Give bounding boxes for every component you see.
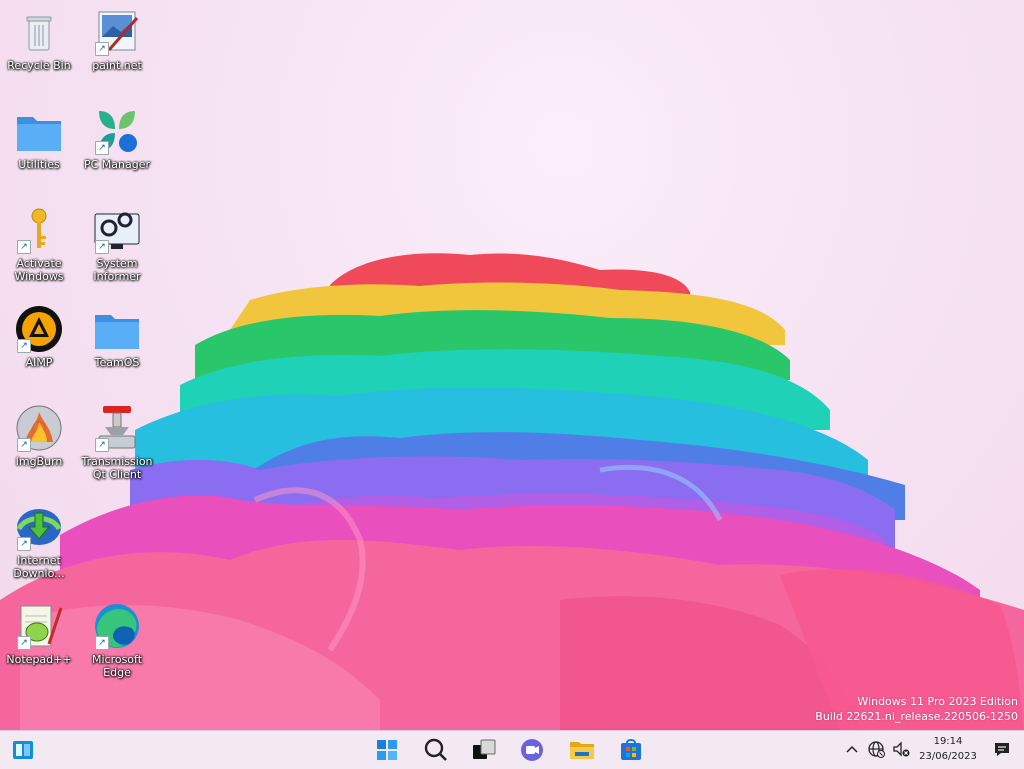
desktop-icon-label: ImgBurn	[15, 455, 63, 468]
search-icon	[421, 735, 451, 765]
paintnet-icon: ↗	[93, 8, 141, 56]
desktop-icon-recycle-bin[interactable]: Recycle Bin	[3, 8, 75, 72]
pc-manager-icon: ↗	[93, 107, 141, 155]
watermark-edition: Windows 11 Pro 2023 Edition	[857, 695, 1018, 708]
desktop-icon-label: Transmission Qt Client	[81, 455, 153, 481]
transmission-icon: ↗	[93, 404, 141, 452]
volume-muted-icon	[891, 739, 911, 759]
shortcut-arrow-icon: ↗	[17, 240, 31, 254]
shortcut-arrow-icon: ↗	[95, 438, 109, 452]
shortcut-arrow-icon: ↗	[95, 636, 109, 650]
watermark-build: Build 22621.ni_release.220506-1250	[815, 710, 1018, 723]
shortcut-arrow-icon: ↗	[17, 636, 31, 650]
desktop-icon-label: PC Manager	[83, 158, 151, 171]
system-informer-icon: ↗	[93, 206, 141, 254]
network-globe-icon	[866, 739, 886, 759]
widgets-icon	[8, 735, 38, 765]
desktop-icon-label: Microsoft Edge	[91, 653, 143, 679]
desktop-icon-paintnet[interactable]: ↗ paint.net	[81, 8, 153, 72]
desktop-icon-notepadpp[interactable]: ↗ Notepad++	[3, 602, 75, 666]
search-button[interactable]	[421, 735, 451, 765]
desktop-icon-aimp[interactable]: ↗ AIMP	[3, 305, 75, 369]
aimp-icon: ↗	[15, 305, 63, 353]
desktop-icon-label: Activate Windows	[14, 257, 64, 283]
idm-icon: ↗	[15, 503, 63, 551]
desktop-icon-activate-windows[interactable]: ↗ Activate Windows	[3, 206, 75, 283]
show-hidden-icons-button[interactable]	[842, 739, 862, 759]
recycle-bin-icon	[15, 8, 63, 56]
imgburn-icon: ↗	[15, 404, 63, 452]
chevron-up-icon	[842, 739, 862, 759]
desktop-icon-imgburn[interactable]: ↗ ImgBurn	[3, 404, 75, 468]
desktop-icon-transmission[interactable]: ↗ Transmission Qt Client	[81, 404, 153, 481]
shortcut-arrow-icon: ↗	[17, 339, 31, 353]
folder-icon	[93, 305, 141, 353]
clock-button[interactable]: 19:14 23/06/2023	[912, 734, 984, 764]
notification-icon	[992, 739, 1012, 759]
notification-center-button[interactable]	[992, 739, 1012, 759]
desktop-icon-pc-manager[interactable]: ↗ PC Manager	[81, 107, 153, 171]
desktop-icon-label: Notepad++	[6, 653, 72, 666]
desktop-icon-internet-download-manager[interactable]: ↗ Internet Downlo...	[3, 503, 75, 580]
wallpaper-ribbons	[0, 253, 1024, 730]
desktop-icon-label: TeamOS	[94, 356, 140, 369]
desktop-icon-microsoft-edge[interactable]: ↗ Microsoft Edge	[81, 602, 153, 679]
teams-chat-icon	[517, 735, 547, 765]
key-icon: ↗	[15, 206, 63, 254]
shortcut-arrow-icon: ↗	[17, 537, 31, 551]
volume-button[interactable]	[891, 739, 911, 759]
desktop-icon-label: Recycle Bin	[7, 59, 71, 72]
network-button[interactable]	[866, 739, 886, 759]
task-view-icon	[469, 735, 499, 765]
clock-date: 23/06/2023	[919, 751, 977, 762]
task-view-button[interactable]	[469, 735, 499, 765]
shortcut-arrow-icon: ↗	[95, 141, 109, 155]
shortcut-arrow-icon: ↗	[95, 42, 109, 56]
microsoft-store-icon	[616, 735, 646, 765]
edge-icon: ↗	[93, 602, 141, 650]
desktop-icon-label: Internet Downlo...	[13, 554, 65, 580]
folder-icon	[15, 107, 63, 155]
taskbar: 19:14 23/06/2023	[0, 730, 1024, 769]
desktop-wallpaper	[0, 0, 1024, 730]
desktop-icon-system-informer[interactable]: ↗ System Informer	[81, 206, 153, 283]
shortcut-arrow-icon: ↗	[17, 438, 31, 452]
desktop-icon-label: paint.net	[92, 59, 142, 72]
desktop-icon-teamos[interactable]: TeamOS	[81, 305, 153, 369]
widgets-button[interactable]	[8, 735, 38, 765]
start-icon	[372, 735, 402, 765]
desktop-icon-utilities[interactable]: Utilities	[3, 107, 75, 171]
microsoft-store-button[interactable]	[616, 735, 646, 765]
desktop-icon-label: Utilities	[18, 158, 60, 171]
windows-build-watermark: Windows 11 Pro 2023 Edition Build 22621.…	[815, 694, 1018, 724]
desktop-icon-label: System Informer	[93, 257, 141, 283]
shortcut-arrow-icon: ↗	[95, 240, 109, 254]
start-button[interactable]	[372, 735, 402, 765]
notepadpp-icon: ↗	[15, 602, 63, 650]
file-explorer-button[interactable]	[567, 735, 597, 765]
file-explorer-icon	[567, 735, 597, 765]
desktop-icon-label: AIMP	[25, 356, 53, 369]
teams-chat-button[interactable]	[517, 735, 547, 765]
clock-time: 19:14	[933, 736, 963, 747]
